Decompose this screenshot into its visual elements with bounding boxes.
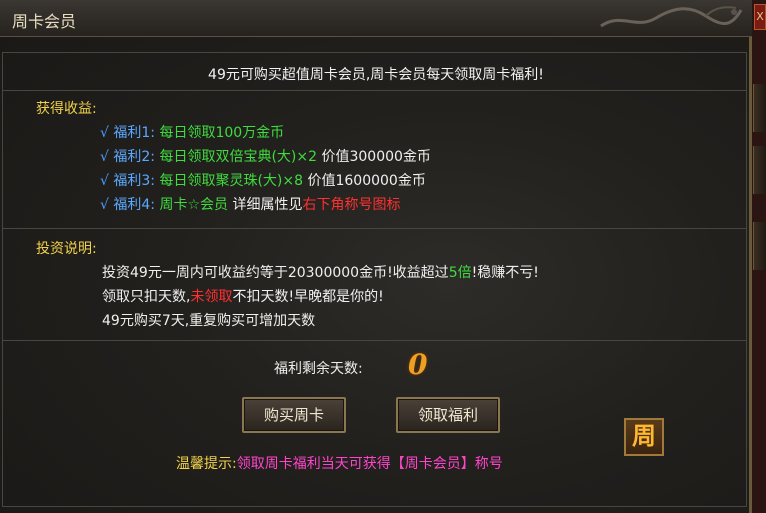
investment-text: 不扣天数!早晚都是你的!	[232, 289, 384, 305]
investment-line-1: 投资49元一周内可收益约等于20300000金币!收益超过5倍!稳赚不亏!	[102, 262, 539, 282]
benefit-value: 价值1600000金币	[307, 173, 426, 189]
benefit-desc: 周卡☆会员	[159, 197, 229, 213]
check-icon: √	[100, 173, 109, 189]
benefit-value: 详细属性见	[232, 197, 303, 213]
side-tab[interactable]	[753, 146, 766, 194]
benefit-desc: 每日领取双倍宝典(大)×2	[159, 149, 318, 165]
tip-text: 领取周卡福利当天可获得【周卡会员】称号	[236, 456, 503, 472]
benefit-row-3: √ 福利3: 每日领取聚灵珠(大)×8 价值1600000金币	[100, 170, 426, 190]
investment-text: 领取只扣天数,	[102, 289, 191, 305]
check-icon: √	[100, 149, 109, 165]
benefits-title: 获得收益:	[36, 101, 97, 117]
check-icon: √	[100, 125, 109, 141]
check-icon: √	[100, 197, 109, 213]
claim-benefit-button[interactable]: 领取福利	[396, 397, 500, 433]
investment-title: 投资说明:	[36, 241, 97, 257]
benefit-label: 福利4:	[113, 197, 155, 213]
benefit-row-1: √ 福利1: 每日领取100万金币	[100, 122, 284, 142]
investment-line-3: 49元购买7天,重复购买可增加天数	[102, 313, 316, 329]
side-tab[interactable]	[753, 222, 766, 270]
headline-text: 49元可购买超值周卡会员,周卡会员每天领取周卡福利!	[208, 67, 544, 83]
week-card-panel: 周卡会员 49元可购买超值周卡会员,周卡会员每天领取周卡福利! 获得收益: √ …	[0, 0, 752, 513]
benefit-desc: 每日领取聚灵珠(大)×8	[159, 173, 304, 189]
multiplier-highlight: 5倍	[448, 265, 472, 281]
tip-line: 温馨提示:领取周卡福利当天可获得【周卡会员】称号	[176, 453, 503, 473]
investment-line-2: 领取只扣天数,未领取不扣天数!早晚都是你的!	[102, 286, 384, 306]
benefit-desc: 每日领取100万金币	[159, 125, 285, 141]
benefit-row-2: √ 福利2: 每日领取双倍宝典(大)×2 价值300000金币	[100, 146, 431, 166]
divider	[2, 340, 747, 341]
benefit-row-4: √ 福利4: 周卡☆会员 详细属性见右下角称号图标	[100, 194, 400, 214]
remaining-days-label: 福利剩余天数:	[274, 361, 363, 377]
window-title: 周卡会员	[12, 12, 77, 31]
investment-text: 投资49元一周内可收益约等于20300000金币!收益超过	[102, 265, 449, 281]
benefit-value: 价值300000金币	[321, 149, 431, 165]
benefit-label: 福利3:	[113, 173, 155, 189]
remaining-days-value: 0	[408, 348, 428, 381]
benefit-hint: 右下角称号图标	[302, 197, 401, 213]
tip-label: 温馨提示:	[176, 456, 237, 472]
investment-text: !稳赚不亏!	[471, 265, 539, 281]
divider	[2, 90, 747, 91]
buy-week-card-button[interactable]: 购买周卡	[242, 397, 346, 433]
divider	[2, 228, 747, 229]
week-card-title-icon[interactable]: 周	[624, 418, 664, 456]
unclaimed-highlight: 未领取	[190, 289, 233, 305]
close-icon[interactable]: X	[754, 4, 766, 30]
benefit-label: 福利2:	[113, 149, 155, 165]
benefit-label: 福利1:	[113, 125, 155, 141]
dragon-ornament-icon	[600, 6, 743, 28]
side-tab[interactable]	[753, 84, 766, 132]
title-bar: 周卡会员	[0, 0, 752, 37]
